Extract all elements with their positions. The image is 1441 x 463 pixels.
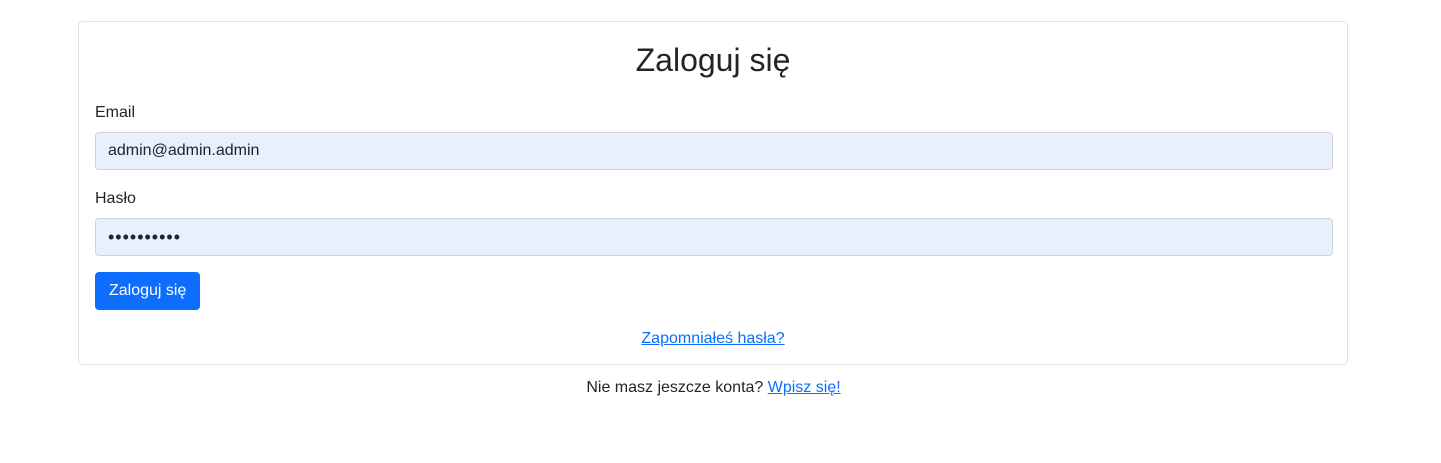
email-field[interactable]	[95, 132, 1333, 170]
page-title: Zaloguj się	[635, 42, 791, 78]
forgot-password-row: Zapomniałeś hasła?	[79, 329, 1347, 349]
forgot-password-link[interactable]: Zapomniałeś hasła?	[641, 330, 784, 347]
email-label: Email	[95, 104, 136, 121]
signup-row: Nie masz jeszcze konta? Wpisz się!	[0, 378, 1427, 398]
password-label: Hasło	[95, 190, 136, 207]
password-field[interactable]	[95, 218, 1333, 256]
signup-link[interactable]: Wpisz się!	[768, 379, 841, 396]
login-button[interactable]: Zaloguj się	[95, 272, 201, 310]
signup-prompt: Nie masz jeszcze konta?	[586, 379, 768, 396]
login-card: Zaloguj się Email Hasło Zaloguj się Zapo…	[78, 21, 1348, 365]
